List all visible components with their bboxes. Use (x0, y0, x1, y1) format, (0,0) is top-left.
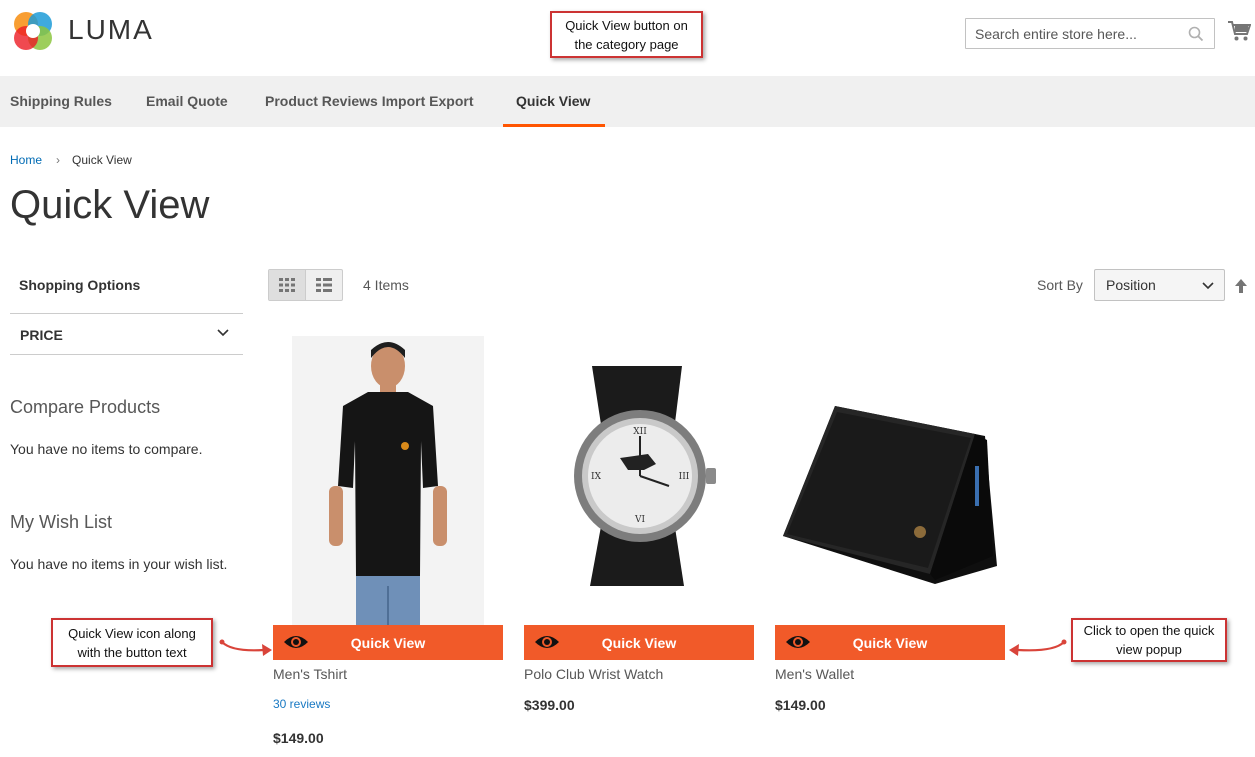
list-view-button[interactable] (306, 270, 343, 300)
quick-view-button[interactable]: Quick View (273, 625, 503, 660)
nav-item-quick-view[interactable]: Quick View (503, 76, 605, 127)
grid-icon (278, 278, 295, 292)
luma-logo-icon[interactable] (10, 8, 56, 54)
annotation-top: Quick View button on the category page (550, 11, 703, 58)
sort-by-label: Sort By (1037, 277, 1083, 293)
sort-direction-arrow-up-icon[interactable] (1234, 278, 1248, 294)
quick-view-button[interactable]: Quick View (775, 625, 1005, 660)
product-price: $149.00 (273, 730, 324, 746)
annotation-top-text: Quick View button on the category page (565, 17, 688, 52)
svg-text:VI: VI (634, 515, 645, 525)
search-box[interactable] (965, 18, 1215, 49)
annotation-left: Quick View icon along with the button te… (51, 618, 213, 667)
price-filter[interactable]: PRICE (10, 313, 243, 355)
annotation-right: Click to open the quick view popup (1071, 618, 1227, 662)
breadcrumb-home-link[interactable]: Home (10, 153, 42, 167)
chevron-down-icon (1202, 282, 1214, 290)
product-name[interactable]: Men's Tshirt (273, 666, 347, 682)
product-name[interactable]: Men's Wallet (775, 666, 854, 682)
grid-view-button[interactable] (269, 270, 306, 300)
product-name[interactable]: Polo Club Wrist Watch (524, 666, 663, 682)
breadcrumb-current: Quick View (72, 153, 132, 167)
shopping-options-title: Shopping Options (19, 277, 141, 293)
product-reviews-link[interactable]: 30 reviews (273, 697, 330, 711)
product-price: $399.00 (524, 697, 575, 713)
eye-icon (284, 636, 308, 648)
annotation-right-text: Click to open the quick view popup (1083, 623, 1215, 657)
svg-text:III: III (679, 472, 690, 482)
annotation-arrow-right-icon (1009, 639, 1067, 656)
quick-view-button-label: Quick View (350, 634, 426, 651)
nav-item-shipping-rules[interactable]: Shipping Rules (10, 76, 112, 127)
svg-text:XII: XII (633, 427, 647, 437)
page-title: Quick View (10, 183, 210, 227)
wishlist-title: My Wish List (10, 512, 113, 532)
eye-icon (786, 636, 810, 648)
nav-item-email-quote[interactable]: Email Quote (146, 76, 228, 127)
annotation-left-text: Quick View icon along with the button te… (68, 625, 196, 660)
search-input[interactable] (966, 19, 1176, 48)
main-navigation: Shipping Rules Email Quote Product Revie… (0, 76, 1255, 127)
sort-by-value: Position (1106, 277, 1156, 293)
product-price: $149.00 (775, 697, 826, 713)
annotation-arrow-left-icon (219, 639, 272, 656)
wishlist-empty-message: You have no items in your wish list. (10, 556, 228, 572)
product-image-watch[interactable]: XII III VI IX (524, 336, 754, 625)
search-icon[interactable] (1188, 26, 1204, 42)
price-filter-label: PRICE (20, 327, 63, 343)
view-mode-switcher (268, 269, 343, 301)
compare-empty-message: You have no items to compare. (10, 441, 203, 457)
nav-item-product-reviews[interactable]: Product Reviews Import Export (265, 76, 473, 127)
product-image-wallet[interactable] (775, 336, 1005, 625)
sort-by-select[interactable]: Position (1094, 269, 1225, 301)
svg-text:IX: IX (591, 472, 602, 482)
breadcrumb-separator-icon: › (56, 153, 61, 167)
eye-icon (535, 636, 559, 648)
compare-products-title: Compare Products (10, 397, 161, 417)
item-count: 4 Items (363, 277, 409, 293)
quick-view-button-label: Quick View (601, 634, 677, 651)
quick-view-button[interactable]: Quick View (524, 625, 754, 660)
chevron-down-icon (217, 329, 229, 337)
breadcrumb: Home › Quick View (10, 153, 132, 167)
brand-name[interactable]: LUMA (68, 14, 154, 46)
quick-view-button-label: Quick View (852, 634, 928, 651)
list-icon (315, 278, 332, 292)
product-image-tshirt[interactable] (273, 336, 503, 625)
cart-icon[interactable] (1227, 20, 1251, 42)
